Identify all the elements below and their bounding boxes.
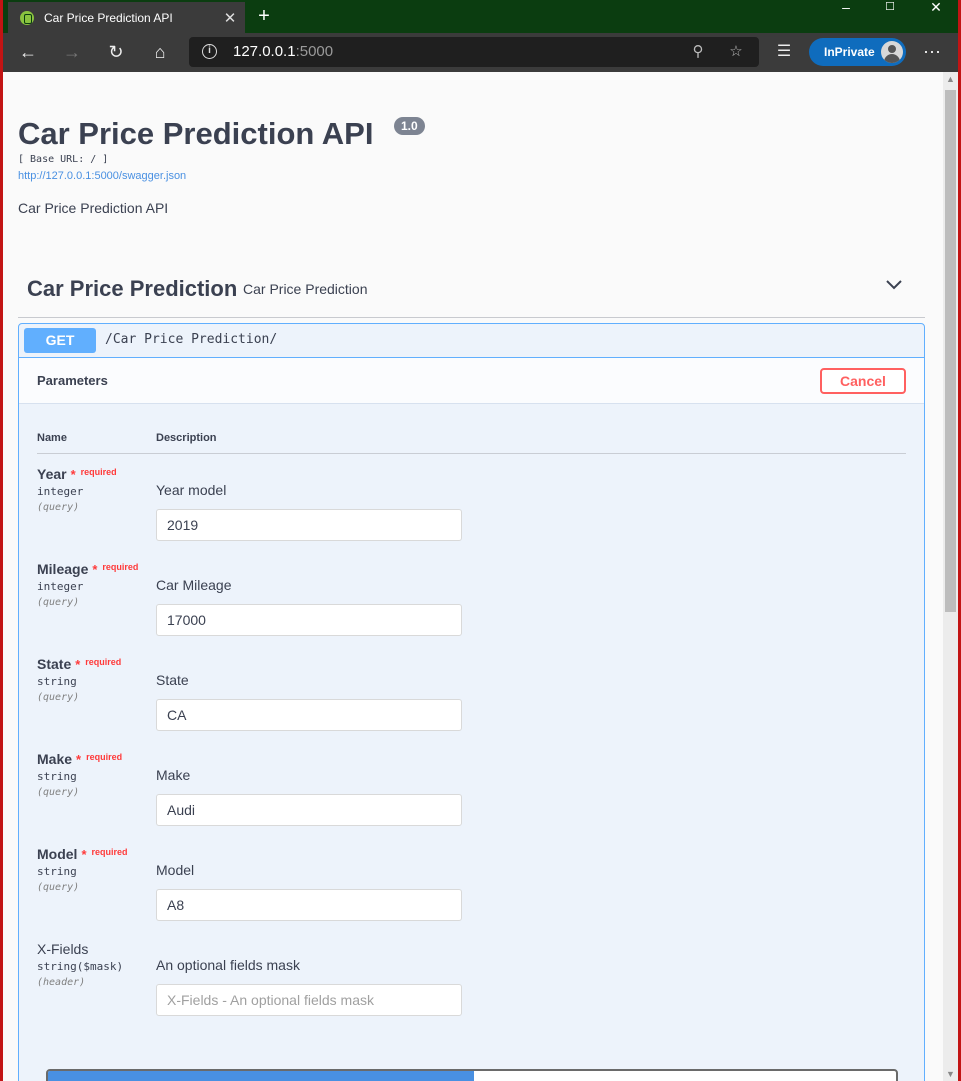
zoom-icon[interactable]: ⚲ — [687, 41, 709, 63]
parameter-location: (header) — [37, 977, 86, 988]
parameter-name: Year * required — [37, 466, 117, 482]
required-label: required — [102, 562, 139, 572]
close-window-icon[interactable]: ✕ — [921, 0, 951, 14]
maximize-icon[interactable]: ☐ — [875, 0, 905, 14]
parameter-input[interactable] — [156, 889, 462, 921]
parameter-location: (query) — [37, 502, 80, 513]
parameter-name: Model * required — [37, 846, 128, 862]
browser-tab[interactable]: Car Price Prediction API ✕ — [8, 2, 245, 33]
parameter-description: State — [156, 672, 189, 688]
browser-window: Car Price Prediction API ✕ + – ☐ ✕ ← → ↻… — [3, 0, 958, 1081]
parameter-row: Make * required string (query) Make — [19, 745, 924, 840]
required-label: required — [86, 752, 123, 762]
inprivate-button[interactable]: InPrivate — [809, 38, 906, 66]
parameters-title: Parameters — [37, 373, 108, 388]
tag-name: Car Price Prediction — [27, 276, 238, 301]
parameter-location: (query) — [37, 692, 80, 703]
chevron-down-icon[interactable] — [886, 276, 902, 292]
column-header-name: Name — [37, 432, 67, 444]
parameter-type: string — [37, 865, 77, 878]
address-bar: ← → ↻ ⌂ i 127.0.0.1:5000 ⚲ ☆ ☰ InPrivate… — [3, 33, 958, 72]
execute-button[interactable] — [48, 1071, 474, 1081]
vertical-scrollbar[interactable]: ▲ ▼ — [943, 72, 958, 1081]
parameter-description: Year model — [156, 482, 227, 498]
execute-button-bar — [46, 1069, 898, 1081]
parameter-description: Car Mileage — [156, 577, 232, 593]
parameter-type: integer — [37, 485, 84, 498]
inprivate-label: InPrivate — [824, 45, 875, 59]
home-icon[interactable]: ⌂ — [147, 39, 173, 65]
back-icon[interactable]: ← — [15, 39, 41, 65]
parameter-input[interactable] — [156, 509, 462, 541]
required-label: required — [91, 847, 128, 857]
url-text: 127.0.0.1:5000 — [233, 43, 334, 60]
favorite-star-icon[interactable]: ☆ — [725, 41, 747, 63]
parameter-row: Mileage * required integer (query) Car Mileag… — [19, 555, 924, 650]
base-url: [ Base URL: / ] — [18, 154, 109, 165]
method-badge: GET — [24, 328, 96, 353]
required-marker: * — [92, 562, 98, 577]
required-marker: * — [76, 752, 82, 767]
parameter-name: Mileage * required — [37, 561, 139, 577]
operation-block: GET /Car Price Prediction/ Parameters Ca… — [18, 323, 925, 1081]
favorites-list-icon[interactable]: ☰ — [771, 39, 797, 65]
parameter-type: string — [37, 675, 77, 688]
api-description: Car Price Prediction API — [18, 200, 169, 216]
scrollbar-thumb[interactable] — [945, 90, 956, 612]
parameter-name: State * required — [37, 656, 122, 672]
api-title: Car Price Prediction API — [18, 116, 374, 151]
avatar — [881, 41, 903, 63]
parameter-type: string — [37, 770, 77, 783]
divider — [37, 453, 906, 454]
parameter-row: State * required string (query) State — [19, 650, 924, 745]
more-options-icon[interactable]: ⋯ — [919, 39, 945, 65]
required-marker: * — [81, 847, 87, 862]
parameter-location: (query) — [37, 597, 80, 608]
parameter-location: (query) — [37, 882, 80, 893]
parameter-type: integer — [37, 580, 84, 593]
parameter-name: Make * required — [37, 751, 123, 767]
favicon-icon — [20, 10, 34, 25]
scroll-up-icon[interactable]: ▲ — [946, 74, 955, 84]
site-info-icon[interactable]: i — [202, 44, 217, 59]
parameter-row: Model * required string (query) Model — [19, 840, 924, 935]
parameter-description: Make — [156, 767, 191, 783]
refresh-icon[interactable]: ↻ — [103, 39, 129, 65]
forward-icon[interactable]: → — [59, 39, 85, 65]
page-viewport: Car Price Prediction API 1.0 [ Base URL:… — [3, 72, 958, 1081]
version-badge: 1.0 — [394, 117, 425, 135]
required-label: required — [80, 467, 117, 477]
parameters-header: Parameters Cancel — [19, 358, 924, 404]
operation-summary[interactable]: GET /Car Price Prediction/ — [19, 324, 924, 358]
tab-strip: Car Price Prediction API ✕ + – ☐ ✕ — [3, 0, 958, 33]
minimize-icon[interactable]: – — [831, 0, 861, 14]
parameter-input[interactable] — [156, 984, 462, 1016]
parameter-location: (query) — [37, 787, 80, 798]
required-marker: * — [70, 467, 76, 482]
column-header-description: Description — [156, 432, 217, 444]
cancel-button[interactable]: Cancel — [820, 368, 906, 394]
parameter-description: An optional fields mask — [156, 957, 300, 973]
tag-description: Car Price Prediction — [243, 281, 368, 297]
parameter-name: X-Fields — [37, 941, 89, 957]
tag-section-header[interactable]: Car Price Prediction Car Price Predictio… — [18, 262, 925, 318]
parameter-row: X-Fields string($mask) (header) An optional… — [19, 935, 924, 1030]
swagger-json-link[interactable]: http://127.0.0.1:5000/swagger.json — [18, 170, 186, 182]
new-tab-icon[interactable]: + — [254, 5, 274, 27]
url-field[interactable]: i 127.0.0.1:5000 ⚲ ☆ — [189, 37, 759, 67]
parameter-input[interactable] — [156, 794, 462, 826]
parameter-description: Model — [156, 862, 195, 878]
parameter-type: string($mask) — [37, 960, 124, 973]
required-marker: * — [75, 657, 81, 672]
parameter-row: Year * required integer (query) Year model — [19, 460, 924, 555]
scroll-down-icon[interactable]: ▼ — [946, 1069, 955, 1079]
tab-title: Car Price Prediction API — [44, 10, 173, 25]
close-tab-icon[interactable]: ✕ — [221, 9, 239, 27]
operation-path: /Car Price Prediction/ — [105, 332, 278, 347]
parameter-input[interactable] — [156, 699, 462, 731]
required-label: required — [85, 657, 122, 667]
parameter-input[interactable] — [156, 604, 462, 636]
